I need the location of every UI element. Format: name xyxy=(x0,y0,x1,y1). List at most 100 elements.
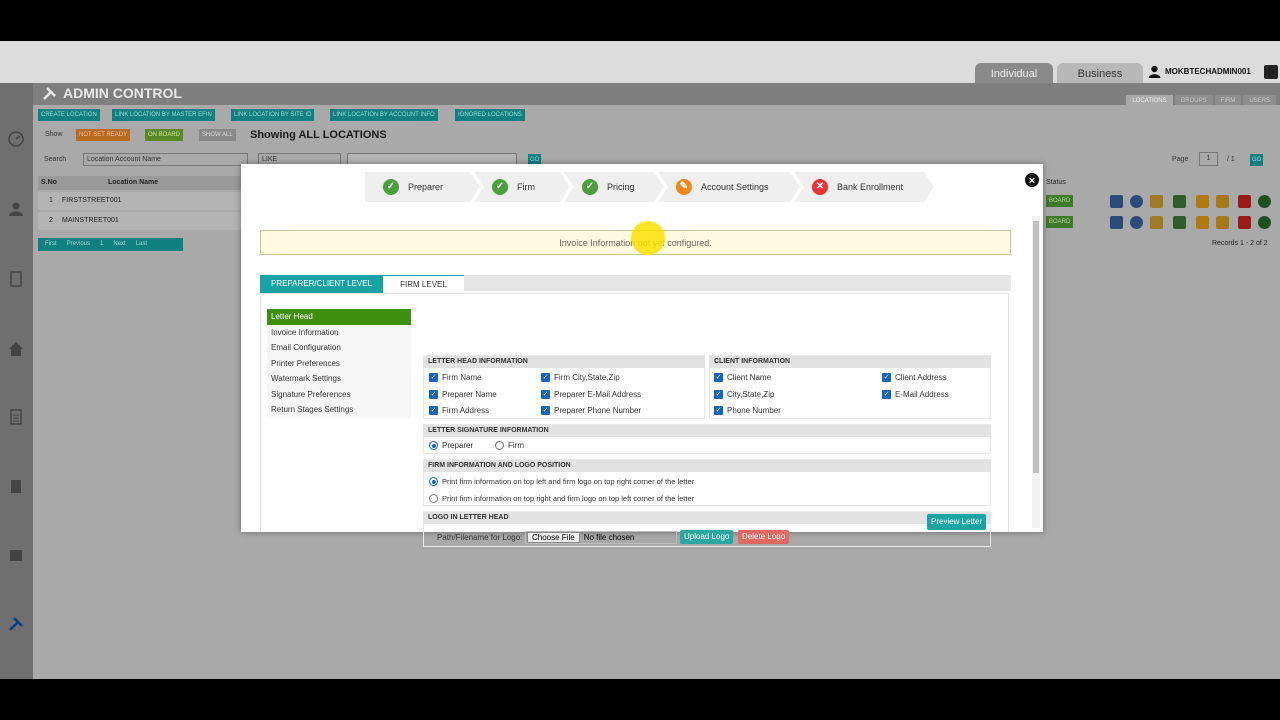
pager-next[interactable]: Next xyxy=(113,238,125,251)
error-icon: ✕ xyxy=(812,179,828,195)
firm-name-checkbox[interactable]: ✓ Firm Name xyxy=(429,373,482,382)
modal-scrollbar-thumb[interactable] xyxy=(1033,221,1039,473)
pager: First Previous 1 Next Last xyxy=(38,238,183,251)
details-icon[interactable] xyxy=(1110,216,1123,229)
position-header: FIRM INFORMATION AND LOGO POSITION xyxy=(423,460,991,472)
image-icon[interactable] xyxy=(1173,195,1186,208)
edit-icon[interactable] xyxy=(1150,216,1163,229)
dollar-icon[interactable] xyxy=(1130,195,1143,208)
menu-letter-head[interactable]: Letter Head xyxy=(267,309,411,325)
preparer-email-checkbox[interactable]: ✓ Preparer E-Mail Address xyxy=(541,390,641,399)
tools-icon[interactable] xyxy=(8,616,24,632)
details-icon[interactable] xyxy=(1110,195,1123,208)
not-set-ready-filter[interactable]: NOT SET READY xyxy=(76,129,131,141)
client-email-checkbox[interactable]: ✓ E-Mail Address xyxy=(882,390,949,399)
key-icon[interactable] xyxy=(1196,195,1209,208)
create-location-button[interactable]: CREATE LOCATION xyxy=(38,109,100,121)
pager-last[interactable]: Last xyxy=(136,238,147,251)
settings-icon[interactable] xyxy=(1216,195,1229,208)
client-phone-checkbox[interactable]: ✓ Phone Number xyxy=(714,406,781,415)
logout-icon[interactable] xyxy=(1264,65,1278,79)
step-preparer[interactable]: ✓ Preparer xyxy=(365,172,480,202)
clipboard-icon[interactable] xyxy=(8,478,24,494)
report-icon[interactable] xyxy=(8,547,24,563)
file-icon[interactable] xyxy=(8,409,24,425)
link-site-id-button[interactable]: LINK LOCATION BY SITE ID xyxy=(231,109,315,121)
pager-previous[interactable]: Previous xyxy=(67,238,90,251)
close-icon[interactable]: × xyxy=(1024,172,1040,188)
pager-first[interactable]: First xyxy=(45,238,57,251)
link-master-efin-button[interactable]: LINK LOCATION BY MASTER EFIN xyxy=(112,109,215,121)
pencil-icon: ✎ xyxy=(676,179,692,195)
logo-file-input[interactable]: Choose File No file chosen xyxy=(525,531,677,544)
menu-return-stages-settings[interactable]: Return Stages Settings xyxy=(267,402,411,418)
position-left-radio[interactable]: Print firm information on top left and f… xyxy=(429,477,694,486)
page-total: / 1 xyxy=(1227,156,1235,163)
user-icon[interactable] xyxy=(1258,216,1271,229)
step-firm[interactable]: ✓ Firm xyxy=(474,172,570,202)
step-bank-enrollment[interactable]: ✕ Bank Enrollment xyxy=(794,172,934,202)
client-info-header: CLIENT INFORMATION xyxy=(709,356,991,368)
key-icon[interactable] xyxy=(1196,216,1209,229)
wizard-steps: ✓ Preparer ✓ Firm ✓ Pricing ✎ Account Se… xyxy=(365,172,928,202)
settings-icon[interactable] xyxy=(1216,216,1229,229)
dashboard-icon[interactable] xyxy=(8,131,24,147)
level-tabs: PREPARER/CLIENT LEVEL FIRM LEVEL xyxy=(260,275,1011,293)
preparer-name-checkbox[interactable]: ✓ Preparer Name xyxy=(429,390,497,399)
status-badge: BOARD xyxy=(1046,195,1074,207)
tab-firm-level[interactable]: FIRM LEVEL xyxy=(383,275,464,293)
show-all-filter[interactable]: SHOW ALL xyxy=(199,129,236,141)
choose-file-button[interactable]: Choose File xyxy=(527,532,580,543)
signature-preparer-radio[interactable]: Preparer xyxy=(429,441,473,450)
user-menu[interactable]: MOKBTECHADMIN001 xyxy=(1148,65,1251,78)
preparer-phone-checkbox[interactable]: ✓ Preparer Phone Number xyxy=(541,406,641,415)
page-go-button[interactable]: GO xyxy=(1250,154,1264,166)
table-row[interactable]: 2 MAINSTREET001 xyxy=(38,212,241,230)
cursor-highlight xyxy=(631,221,665,255)
check-icon: ✓ xyxy=(492,179,508,195)
show-label: Show xyxy=(45,131,63,138)
firm-city-state-zip-checkbox[interactable]: ✓ Firm City,State,Zip xyxy=(541,373,620,382)
client-name-checkbox[interactable]: ✓ Client Name xyxy=(714,373,771,382)
client-address-checkbox[interactable]: ✓ Client Address xyxy=(882,373,947,382)
table-header: S.No Location Name xyxy=(38,176,241,190)
user-icon[interactable] xyxy=(1258,195,1271,208)
menu-printer-preferences[interactable]: Printer Preferences xyxy=(267,355,411,371)
client-city-state-zip-checkbox[interactable]: ✓ City,State,Zip xyxy=(714,390,774,399)
home-icon[interactable] xyxy=(8,341,24,357)
on-board-filter[interactable]: ON BOARD xyxy=(145,129,184,141)
pager-page[interactable]: 1 xyxy=(100,238,103,251)
user-icon xyxy=(1148,65,1161,78)
tab-preparer-client-level[interactable]: PREPARER/CLIENT LEVEL xyxy=(260,275,383,293)
step-pricing[interactable]: ✓ Pricing xyxy=(564,172,664,202)
search-label: Search xyxy=(44,156,67,163)
firm-address-checkbox[interactable]: ✓ Firm Address xyxy=(429,406,489,415)
dollar-icon[interactable] xyxy=(1130,216,1143,229)
upload-logo-button[interactable]: Upload Logo xyxy=(680,530,734,544)
delete-icon[interactable] xyxy=(1238,216,1251,229)
tab-business[interactable]: Business xyxy=(1057,63,1143,85)
signature-firm-radio[interactable]: Firm xyxy=(495,441,524,450)
table-row[interactable]: 1 FIRSTSTREET001 xyxy=(38,192,241,210)
menu-email-configuration[interactable]: Email Configuration xyxy=(267,340,411,356)
search-field-select[interactable]: Location Account Name xyxy=(83,153,248,166)
image-icon[interactable] xyxy=(1173,216,1186,229)
position-right-radio[interactable]: Print firm information on top right and … xyxy=(429,494,694,503)
delete-logo-button[interactable]: Delete Logo xyxy=(738,530,790,544)
preview-letter-button[interactable]: Preview Letter xyxy=(927,514,987,530)
delete-icon[interactable] xyxy=(1238,195,1251,208)
menu-signature-preferences[interactable]: Signature Preferences xyxy=(267,386,411,402)
step-account-settings[interactable]: ✎ Account Settings xyxy=(658,172,800,202)
signature-header: LETTER SIGNATURE INFORMATION xyxy=(423,425,991,437)
menu-watermark-settings[interactable]: Watermark Settings xyxy=(267,371,411,387)
menu-invoice-information[interactable]: Invoice Information xyxy=(267,324,411,340)
users-icon[interactable] xyxy=(8,201,24,217)
document-icon[interactable] xyxy=(8,271,24,287)
top-bar: Individual Business MOKBTECHADMIN001 xyxy=(0,41,1280,85)
ignored-locations-button[interactable]: IGNORED LOCATIONS xyxy=(455,109,525,121)
edit-icon[interactable] xyxy=(1150,195,1163,208)
page-input[interactable]: 1 xyxy=(1199,152,1218,166)
tab-individual[interactable]: Individual xyxy=(975,63,1053,85)
link-account-info-button[interactable]: LINK LOCATION BY ACCOUNT INFO xyxy=(330,109,438,121)
col-location-name: Location Name xyxy=(108,179,159,186)
